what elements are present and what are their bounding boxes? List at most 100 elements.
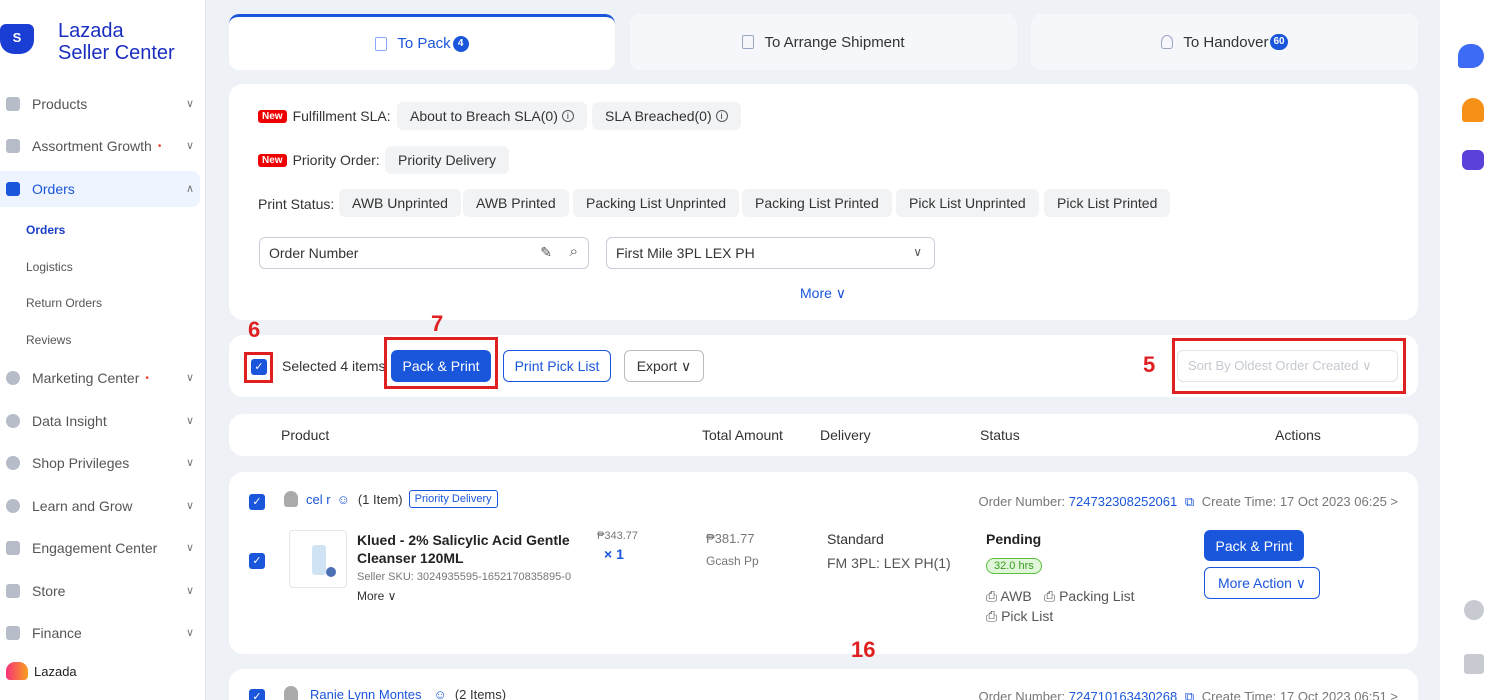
sla-hours-badge: 32.0 hrs (986, 558, 1042, 574)
packing-list-unprinted-filter[interactable]: Packing List Unprinted (573, 189, 740, 217)
chevron-down-icon: ∨ (185, 542, 194, 554)
search-icon[interactable]: ⌕ (570, 243, 578, 260)
chevron-down-icon: ∨ (185, 585, 194, 597)
order-number-input[interactable]: Order Number ✎ ⌕ (259, 237, 589, 269)
product-bottle-icon (312, 545, 326, 575)
sidebar-item-shop-privileges[interactable]: Shop Privileges ∨ (0, 445, 206, 481)
awb-unprinted-filter[interactable]: AWB Unprinted (339, 189, 461, 217)
label-text: Priority Order: (292, 152, 380, 168)
tab-label: To Handover (1183, 33, 1269, 51)
tab-count-badge: 4 (452, 35, 469, 52)
label-text: Fulfillment SLA: (292, 108, 391, 124)
shop-privileges-icon (6, 456, 20, 470)
annotation-7: 7 (431, 311, 444, 336)
edit-icon[interactable] (1464, 654, 1484, 674)
chevron-down-icon: ∨ (185, 627, 194, 639)
priority-delivery-filter[interactable]: Priority Delivery (385, 146, 510, 174)
customer-name[interactable]: Ranie Lynn Montes (310, 687, 422, 700)
awb-printed-filter[interactable]: AWB Printed (463, 189, 569, 217)
product-thumbnail[interactable] (289, 530, 347, 588)
tab-to-handover[interactable]: To Handover 60 (1031, 14, 1418, 70)
brand-title: Lazada (58, 20, 124, 42)
sidebar-item-marketing-center[interactable]: Marketing Center • ∨ (0, 360, 206, 396)
product-name-line: Cleanser 120ML (357, 550, 464, 566)
fulfillment-sla-label: New Fulfillment SLA: (258, 108, 391, 124)
priority-delivery-tag: Priority Delivery (408, 490, 498, 508)
order-checkbox[interactable]: ✓ (249, 689, 265, 700)
scan-edit-icon[interactable]: ✎ (540, 244, 552, 261)
tab-to-arrange-shipment[interactable]: To Arrange Shipment (630, 14, 1017, 70)
tab-count-badge: 60 (1270, 34, 1288, 50)
print-awb-link[interactable]: ⎙ AWB (986, 588, 1032, 605)
first-mile-3pl-select[interactable]: First Mile 3PL LEX PH ∨ (606, 237, 935, 269)
order-number-link[interactable]: 724710163430268 (1069, 689, 1177, 700)
order-card: ✓ Ranie Lynn Montes ☺ (2 Items) Order Nu… (229, 669, 1418, 700)
new-dot: • (157, 140, 162, 152)
tab-label: To Pack (397, 35, 451, 52)
copy-icon[interactable]: ⧉ (1185, 689, 1194, 700)
print-packing-list-link[interactable]: ⎙ Packing List (1044, 588, 1135, 605)
order-number-label: Order Number: (978, 494, 1066, 509)
more-action-button[interactable]: More Action ∨ (1204, 567, 1320, 599)
chevron-down-icon: ∨ (185, 140, 194, 152)
sidebar-item-finance[interactable]: Finance ∨ (0, 615, 206, 651)
order-checkbox[interactable]: ✓ (249, 494, 265, 510)
more-filters-link[interactable]: More ∨ (800, 285, 846, 302)
selected-count: Selected 4 items (282, 358, 386, 374)
sidebar-subitem-reviews[interactable]: Reviews (26, 333, 71, 347)
product-name-line: Klued - 2% Salicylic Acid Gentle (357, 532, 570, 548)
print-pick-list-link[interactable]: ⎙ Pick List (986, 608, 1053, 625)
sla-breached-filter[interactable]: SLA Breached(0) i (592, 102, 741, 130)
sla-about-to-breach-filter[interactable]: About to Breach SLA(0) i (397, 102, 587, 130)
user-icon (284, 491, 298, 507)
chevron-down-icon: ∨ (185, 457, 194, 469)
pick-list-printed-filter[interactable]: Pick List Printed (1044, 189, 1171, 217)
products-icon (6, 97, 20, 111)
product-more-link[interactable]: More ∨ (357, 589, 396, 603)
product-cap-icon (326, 567, 336, 577)
customer-name[interactable]: cel r (306, 492, 331, 507)
delivery-type: Standard (827, 531, 884, 547)
chevron-down-icon: ∨ (185, 98, 194, 110)
sidebar-item-store[interactable]: Store ∨ (0, 573, 206, 609)
priority-order-label: New Priority Order: (258, 152, 380, 168)
sidebar-subitem-return-orders[interactable]: Return Orders (26, 296, 102, 310)
create-time[interactable]: Create Time: 17 Oct 2023 06:51 > (1202, 689, 1398, 700)
sidebar-item-learn-and-grow[interactable]: Learn and Grow ∨ (0, 488, 206, 524)
item-checkbox[interactable]: ✓ (249, 553, 265, 569)
gear-icon[interactable] (1464, 600, 1484, 620)
chat-icon[interactable] (1458, 44, 1484, 68)
sidebar-item-products[interactable]: Products ∨ (0, 86, 206, 122)
sidebar-subitem-orders[interactable]: Orders (26, 223, 65, 237)
sidebar-item-orders[interactable]: Orders ∧ (0, 171, 200, 207)
pack-print-button[interactable]: Pack & Print (391, 350, 491, 382)
sidebar-item-assortment-growth[interactable]: Assortment Growth • ∨ (0, 128, 206, 164)
sidebar-item-data-insight[interactable]: Data Insight ∨ (0, 403, 206, 439)
item-count: (1 Item) (357, 491, 403, 507)
create-time[interactable]: Create Time: 17 Oct 2023 06:25 > (1202, 494, 1398, 509)
chevron-up-icon: ∧ (185, 183, 194, 195)
packing-list-printed-filter[interactable]: Packing List Printed (742, 189, 892, 217)
order-pack-print-button[interactable]: Pack & Print (1204, 530, 1304, 561)
product-name[interactable]: Klued - 2% Salicylic Acid Gentle Cleanse… (357, 531, 570, 567)
select-all-checkbox[interactable]: ✓ (251, 359, 267, 375)
tab-to-pack[interactable]: To Pack 4 (229, 14, 615, 70)
footer-label: Lazada (34, 663, 77, 679)
sidebar-item-engagement-center[interactable]: Engagement Center ∨ (0, 530, 206, 566)
column-header-status: Status (980, 427, 1020, 443)
sidebar-subitem-logistics[interactable]: Logistics (26, 260, 73, 274)
order-number-label: Order Number: (978, 689, 1066, 700)
assistant-icon[interactable] (1462, 150, 1484, 170)
sidebar-item-label: Finance (32, 625, 82, 641)
lazada-footer-logo[interactable]: Lazada (6, 662, 77, 680)
chat-bubble-icon[interactable]: ☺ (434, 687, 447, 700)
print-pick-list-button[interactable]: Print Pick List (503, 350, 611, 382)
order-number-link[interactable]: 724732308252061 (1069, 494, 1177, 509)
bell-icon[interactable] (1462, 98, 1484, 122)
sort-by-select[interactable]: Sort By Oldest Order Created ∨ (1177, 350, 1398, 382)
copy-icon[interactable]: ⧉ (1185, 494, 1194, 509)
export-button[interactable]: Export ∨ (624, 350, 704, 382)
brand[interactable]: S Lazada Seller Center (0, 18, 206, 68)
pick-list-unprinted-filter[interactable]: Pick List Unprinted (896, 189, 1039, 217)
chat-bubble-icon[interactable]: ☺ (337, 492, 350, 507)
